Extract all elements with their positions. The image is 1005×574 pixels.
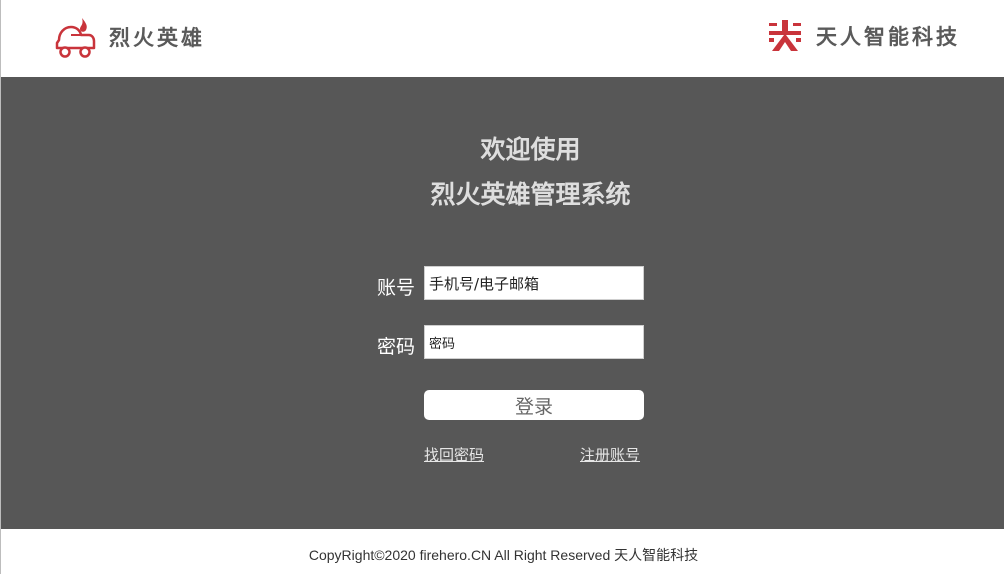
password-label: 密码 <box>376 336 415 358</box>
register-link[interactable]: 注册账号 <box>580 444 640 465</box>
account-input[interactable] <box>424 266 644 300</box>
copyright-text: CopyRight©2020 firehero.CN All Right Res… <box>308 547 699 563</box>
brand: 烈火英雄 <box>53 14 205 60</box>
company-brand: 天人智能科技 <box>768 20 960 52</box>
company-name: 天人智能科技 <box>816 24 960 49</box>
footer: CopyRight©2020 firehero.CN All Right Res… <box>1 529 1004 574</box>
welcome-line-2: 烈火英雄管理系统 <box>430 180 631 209</box>
welcome-title: 欢迎使用 烈火英雄管理系统 <box>1 127 1004 217</box>
login-button[interactable]: 登录 <box>424 390 644 420</box>
page-frame: 烈火英雄 天人智能科技 欢迎使用 烈火英雄管理系统 账号 密码 <box>0 0 1004 574</box>
brand-name: 烈火英雄 <box>109 25 205 50</box>
account-label: 账号 <box>376 277 415 299</box>
header: 烈火英雄 天人智能科技 <box>1 0 1004 77</box>
tianren-logo-icon <box>769 20 801 51</box>
login-panel: 欢迎使用 烈火英雄管理系统 账号 密码 登录 找回密码 注册账号 <box>1 77 1004 529</box>
fire-car-logo-icon <box>55 18 96 58</box>
welcome-line-1: 欢迎使用 <box>480 135 581 164</box>
forgot-password-link[interactable]: 找回密码 <box>424 444 484 465</box>
password-input[interactable] <box>424 325 644 359</box>
